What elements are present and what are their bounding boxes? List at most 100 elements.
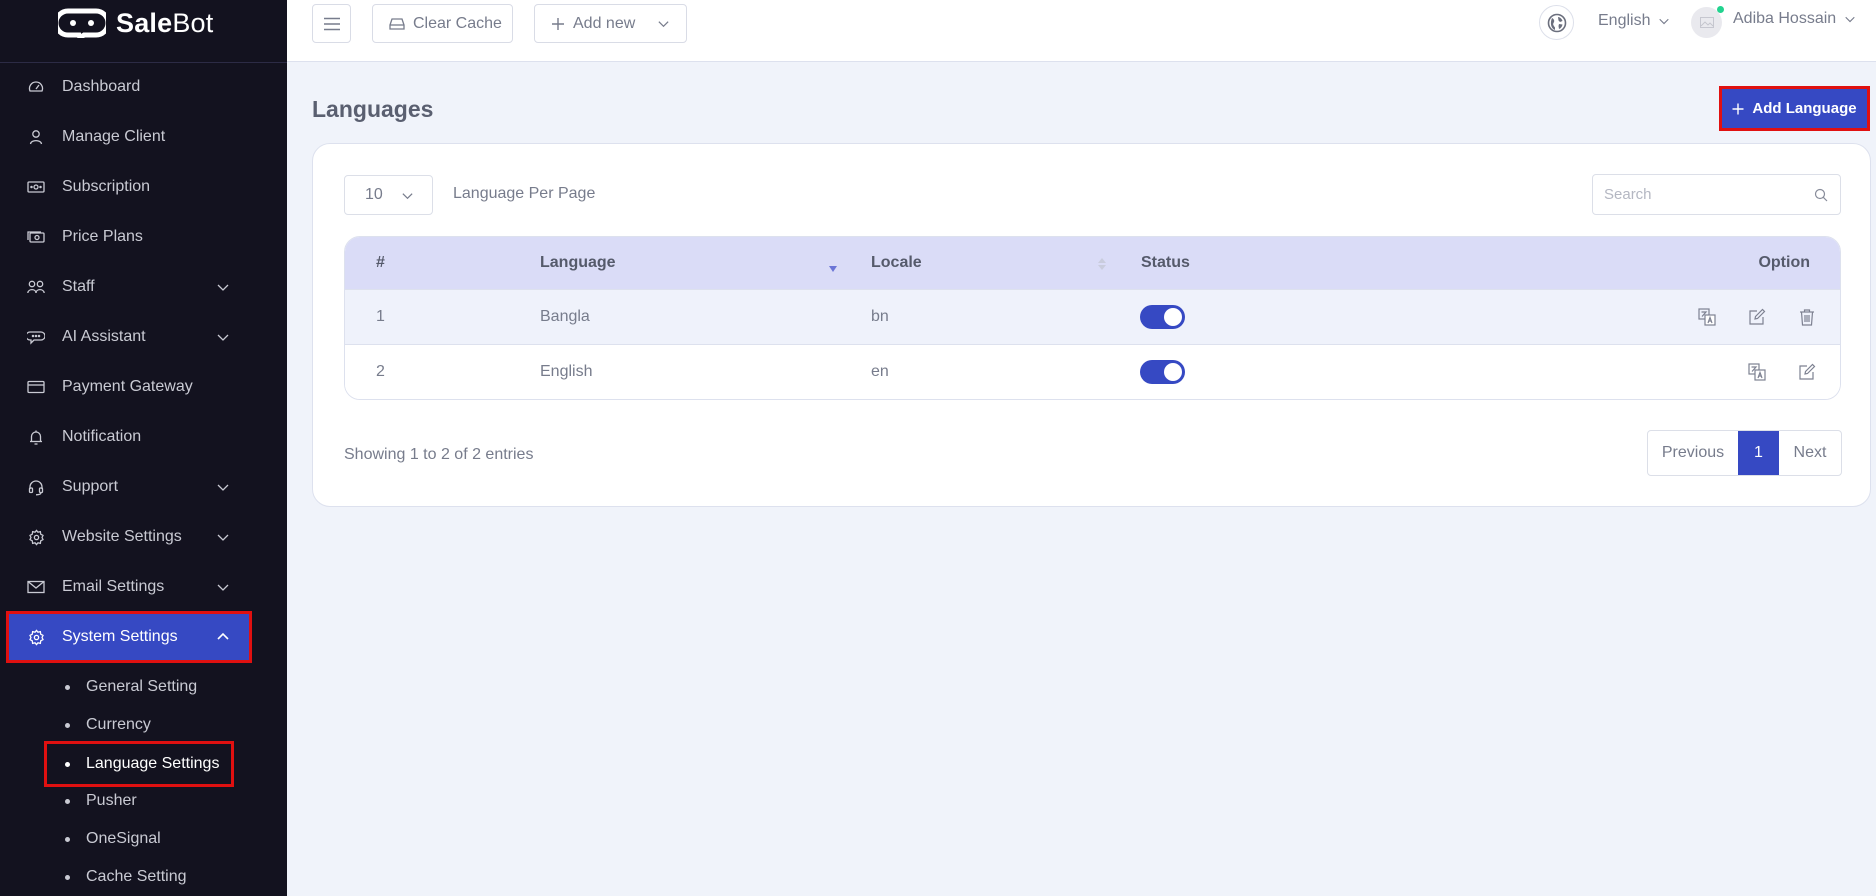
sidebar-item-subscription[interactable]: Subscription <box>0 167 287 207</box>
header-locale[interactable]: Locale <box>871 254 922 272</box>
bullet-icon <box>65 798 70 804</box>
translate-icon[interactable] <box>1748 363 1766 381</box>
status-toggle[interactable] <box>1140 305 1185 329</box>
brand-logo[interactable]: SaleBot <box>58 6 213 40</box>
brand-name: SaleBot <box>116 7 214 38</box>
row-number: 1 <box>376 308 385 325</box>
row-language: Bangla <box>540 308 590 325</box>
search-icon[interactable] <box>1814 188 1828 202</box>
sort-desc-icon[interactable] <box>829 266 837 272</box>
edit-icon[interactable] <box>1748 308 1766 326</box>
globe-icon <box>1547 13 1566 32</box>
search-box <box>1592 174 1841 215</box>
per-page-select[interactable]: 10 <box>344 175 433 215</box>
trash-icon[interactable] <box>1798 308 1816 326</box>
table-header: # Language Locale Status Option <box>345 237 1840 289</box>
chevron-down-icon <box>217 584 229 591</box>
sidebar-item-manage-client[interactable]: Manage Client <box>0 117 287 157</box>
page-1-button[interactable]: 1 <box>1738 431 1779 475</box>
sidebar-item-website-settings[interactable]: Website Settings <box>0 517 287 557</box>
chevron-down-icon <box>402 192 413 199</box>
languages-card: 10 Language Per Page # Language Locale S… <box>312 143 1871 507</box>
sidebar-item-price-plans[interactable]: Price Plans <box>0 217 287 257</box>
sidebar-item-system-settings[interactable]: System Settings <box>6 611 252 663</box>
table-row: 2 English en <box>345 344 1840 399</box>
users-icon <box>27 278 45 296</box>
edit-icon[interactable] <box>1798 363 1816 381</box>
bullet-icon <box>65 722 70 728</box>
clear-cache-button[interactable]: Clear Cache <box>372 4 513 43</box>
chevron-down-icon <box>658 21 669 28</box>
per-page-label: Language Per Page <box>453 185 596 202</box>
gear-icon <box>27 628 45 646</box>
money-icon <box>27 178 45 196</box>
chevron-down-icon <box>217 284 229 291</box>
previous-page-button[interactable]: Previous <box>1648 431 1738 475</box>
entries-summary: Showing 1 to 2 of 2 entries <box>344 446 534 463</box>
sidebar-subitem-language-settings[interactable]: Language Settings <box>44 741 234 787</box>
sidebar-item-dashboard[interactable]: Dashboard <box>0 67 287 107</box>
gear-icon <box>27 528 45 546</box>
image-placeholder-icon <box>1699 17 1714 28</box>
search-input[interactable] <box>1593 186 1793 203</box>
sidebar-item-payment-gateway[interactable]: Payment Gateway <box>0 367 287 407</box>
chevron-down-icon <box>217 334 229 341</box>
languages-table: # Language Locale Status Option 1 Bangla… <box>344 236 1841 400</box>
bullet-icon <box>65 684 70 690</box>
topbar: Clear Cache Add new English Adiba Hossai… <box>287 0 1876 62</box>
chevron-up-icon <box>217 632 229 640</box>
chevron-down-icon <box>217 484 229 491</box>
user-icon <box>27 128 45 146</box>
chevron-down-icon <box>1845 16 1855 23</box>
sidebar-item-ai-assistant[interactable]: AI Assistant <box>0 317 287 357</box>
sidebar: SaleBot Dashboard Manage Client Subscrip… <box>0 0 287 896</box>
online-status-dot <box>1717 6 1724 13</box>
chevron-down-icon <box>1659 18 1670 25</box>
sidebar-item-email-settings[interactable]: Email Settings <box>0 567 287 607</box>
page-title: Languages <box>312 96 434 122</box>
header-language[interactable]: Language <box>540 254 616 272</box>
sidebar-subitem-pusher[interactable]: Pusher <box>45 784 137 818</box>
language-dropdown[interactable]: English <box>1598 12 1670 30</box>
row-language: English <box>540 363 593 380</box>
row-number: 2 <box>376 363 385 380</box>
header-option: Option <box>1758 254 1810 271</box>
sidebar-item-notification[interactable]: Notification <box>0 417 287 457</box>
header-number: # <box>376 254 385 271</box>
status-toggle[interactable] <box>1140 360 1185 384</box>
sidebar-item-staff[interactable]: Staff <box>0 267 287 307</box>
plus-icon <box>1732 103 1744 114</box>
row-locale: bn <box>871 308 889 325</box>
menu-toggle-button[interactable] <box>312 4 351 43</box>
next-page-button[interactable]: Next <box>1779 431 1841 475</box>
chat-bot-icon <box>27 328 45 346</box>
table-row: 1 Bangla bn <box>345 289 1840 344</box>
hamburger-icon <box>323 17 340 30</box>
pagination: Previous 1 Next <box>1647 430 1842 476</box>
sidebar-subitem-general-setting[interactable]: General Setting <box>45 670 197 704</box>
sidebar-subitem-cache-setting[interactable]: Cache Setting <box>45 860 187 894</box>
chevron-down-icon <box>217 534 229 541</box>
divider <box>0 62 287 63</box>
sidebar-item-support[interactable]: Support <box>0 467 287 507</box>
bullet-icon <box>65 874 70 880</box>
drive-icon <box>389 17 405 30</box>
sidebar-subitem-currency[interactable]: Currency <box>45 708 151 742</box>
user-menu-dropdown[interactable]: Adiba Hossain <box>1733 10 1856 28</box>
headset-icon <box>27 478 45 496</box>
sidebar-subitem-onesignal[interactable]: OneSignal <box>45 822 161 856</box>
envelope-icon <box>27 578 45 596</box>
header-status: Status <box>1141 254 1190 271</box>
bullet-icon <box>65 761 70 767</box>
globe-button[interactable] <box>1539 5 1574 40</box>
add-language-button[interactable]: Add Language <box>1719 86 1870 131</box>
add-new-dropdown[interactable]: Add new <box>534 4 687 43</box>
sort-icon[interactable] <box>1098 257 1106 275</box>
dashboard-gauge-icon <box>27 78 45 96</box>
translate-icon[interactable] <box>1698 308 1716 326</box>
robot-logo-icon <box>58 8 106 38</box>
bullet-icon <box>65 836 70 842</box>
money-stack-icon <box>27 228 45 246</box>
avatar[interactable] <box>1691 6 1724 38</box>
credit-card-icon <box>27 378 45 396</box>
